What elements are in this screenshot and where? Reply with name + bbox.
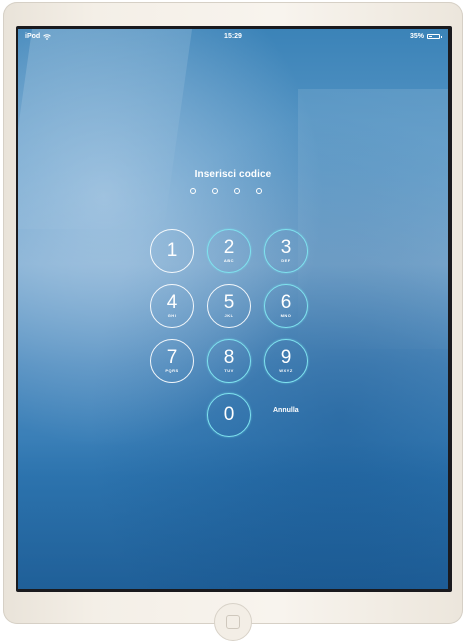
passcode-dots (190, 188, 262, 194)
keypad-key-9[interactable]: 9 WXYZ (264, 339, 308, 383)
key-letters: ABC (223, 258, 235, 263)
passcode-prompt: Inserisci codice (194, 169, 272, 180)
key-digit: 7 (166, 347, 178, 368)
key-digit: 9 (280, 347, 292, 368)
key-digit: 1 (166, 240, 178, 261)
keypad-key-0[interactable]: 0 (207, 393, 251, 437)
key-digit: 3 (280, 237, 292, 258)
key-letters: JKL (224, 313, 234, 318)
home-button-square (226, 615, 240, 629)
key-digit: 8 (223, 347, 235, 368)
keypad-key-1[interactable]: 1 (150, 229, 194, 273)
status-time: 15:29 (224, 33, 242, 40)
key-digit: 4 (166, 292, 178, 313)
battery-percent: 35% (409, 33, 424, 40)
key-letters: WXYZ (279, 368, 293, 373)
battery-level (429, 36, 432, 37)
keypad-key-2[interactable]: 2 ABC (207, 229, 251, 273)
key-letters: PQRS (165, 368, 179, 373)
keypad-key-8[interactable]: 8 TUV (207, 339, 251, 383)
screen-shadow (18, 439, 448, 589)
battery-icon (427, 34, 442, 39)
passcode-dot (190, 188, 196, 194)
cancel-button[interactable]: Annulla (273, 407, 299, 414)
key-digit: 0 (223, 404, 235, 425)
passcode-dot (212, 188, 218, 194)
screen-reflection (18, 29, 193, 229)
keypad-key-6[interactable]: 6 MNO (264, 284, 308, 328)
key-letters: GHI (167, 313, 177, 318)
keypad-key-7[interactable]: 7 PQRS (150, 339, 194, 383)
keypad-key-5[interactable]: 5 JKL (207, 284, 251, 328)
key-digit: 5 (223, 292, 235, 313)
home-button-icon[interactable] (214, 603, 252, 641)
key-digit: 6 (280, 292, 292, 313)
key-letters: DEF (281, 258, 291, 263)
keypad-key-3[interactable]: 3 DEF (264, 229, 308, 273)
lock-screen: iPod 15:29 35% Inserisci codice 1 2 ABC … (18, 29, 448, 589)
key-letters: MNO (280, 313, 292, 318)
status-bar: iPod 15:29 35% (18, 29, 448, 45)
key-letters: TUV (224, 368, 234, 373)
passcode-dot (256, 188, 262, 194)
keypad-key-4[interactable]: 4 GHI (150, 284, 194, 328)
key-digit: 2 (223, 237, 235, 258)
screen-reflection (298, 89, 448, 349)
status-right: 35% (409, 33, 442, 40)
passcode-dot (234, 188, 240, 194)
